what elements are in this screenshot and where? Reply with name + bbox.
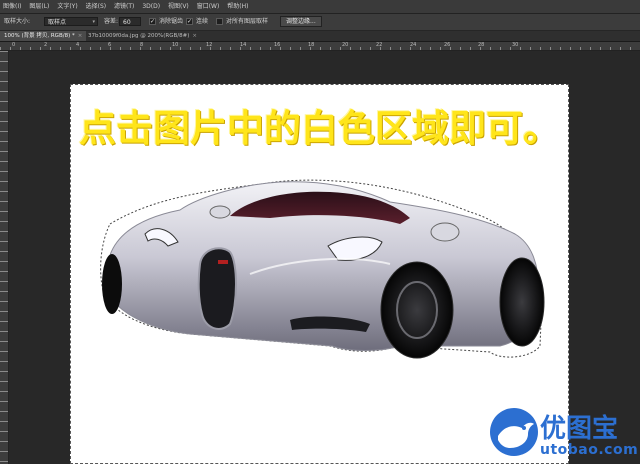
ruler-number: 26 [444,42,451,48]
all-layers-checkbox[interactable] [216,18,223,25]
menu-3d[interactable]: 3D(D) [139,0,163,13]
menu-image[interactable]: 图像(I) [0,0,24,13]
menu-type[interactable]: 文字(Y) [54,0,80,13]
check-icon: ✓ [150,18,156,25]
menu-select[interactable]: 选择(S) [83,0,110,13]
front-wheel [380,261,454,359]
ruler-number: 22 [376,42,383,48]
check-icon: ✓ [187,18,193,25]
contiguous-checkbox[interactable]: ✓ [186,18,193,25]
tab-label: 37b10009f0da.jpg @ 200%(RGB/8#) [88,33,190,39]
tolerance-input[interactable]: 60 [119,17,141,26]
watermark-name: 优图宝 [540,414,619,444]
menu-help[interactable]: 帮助(H) [224,0,251,13]
ruler-number: 14 [240,42,247,48]
rear-wheel [499,257,545,347]
menu-window[interactable]: 窗口(W) [194,0,223,13]
antialias-label: 消除锯齿 [159,18,184,25]
left-front-wheel [102,254,122,314]
tab-label: 100% (背景 拷贝, RGB/8) * [4,33,75,39]
menu-view[interactable]: 视图(V) [165,0,192,13]
menu-layer[interactable]: 图层(L) [26,0,52,13]
car-badge [218,260,228,264]
tab-document-2[interactable]: 37b10009f0da.jpg @ 200%(RGB/8#) × [84,31,201,41]
vertical-ruler [0,51,9,464]
watermark-url: utobao.com [540,442,639,458]
tolerance-value: 60 [123,19,131,26]
document-tabs: 100% (背景 拷贝, RGB/8) * × 37b10009f0da.jpg … [0,31,640,42]
bird-icon [490,408,538,456]
ruler-number: 12 [206,42,213,48]
ruler-ticks [0,42,640,50]
ruler-number: 28 [478,42,485,48]
menu-bar: 图像(I) 图层(L) 文字(Y) 选择(S) 滤镜(T) 3D(D) 视图(V… [0,0,640,14]
ruler-number: 8 [140,42,144,48]
horizontal-ruler: 0 2 4 6 8 10 12 14 16 18 20 22 24 26 28 … [0,42,640,51]
chevron-down-icon: ▾ [92,19,95,25]
ruler-number: 10 [172,42,179,48]
sample-size-select[interactable]: 取样点 ▾ [44,17,98,26]
options-bar: 取样大小: 取样点 ▾ 容差: 60 ✓ 消除锯齿 ✓ 连续 对所有图层取样 调… [0,14,640,31]
watermark-text: 优图宝 utobao.com [540,408,640,464]
sample-size-value: 取样点 [48,19,67,26]
ruler-number: 30 [512,42,519,48]
ruler-number: 0 [12,42,16,48]
ruler-number: 24 [410,42,417,48]
antialias-checkbox[interactable]: ✓ [149,18,156,25]
ruler-number: 18 [308,42,315,48]
car-grille [197,247,237,330]
tolerance-label: 容差: [104,18,119,25]
refine-edge-button[interactable]: 调整边缘... [280,16,322,27]
side-mirror [430,222,460,242]
menu-filter[interactable]: 滤镜(T) [111,0,137,13]
sample-size-label: 取样大小: [4,18,31,25]
close-icon[interactable]: × [192,33,197,39]
ruler-number: 4 [76,42,80,48]
tab-document-1[interactable]: 100% (背景 拷贝, RGB/8) * × [0,31,87,41]
ruler-number: 16 [274,42,281,48]
ruler-number: 2 [44,42,48,48]
close-icon[interactable]: × [78,33,83,39]
ruler-number: 6 [108,42,112,48]
document-canvas[interactable]: 点击图片中的白色区域即可。 [70,84,569,464]
contiguous-label: 连续 [196,18,209,25]
ruler-number: 20 [342,42,349,48]
left-mirror [209,205,231,219]
all-layers-label: 对所有图层取样 [226,18,269,25]
